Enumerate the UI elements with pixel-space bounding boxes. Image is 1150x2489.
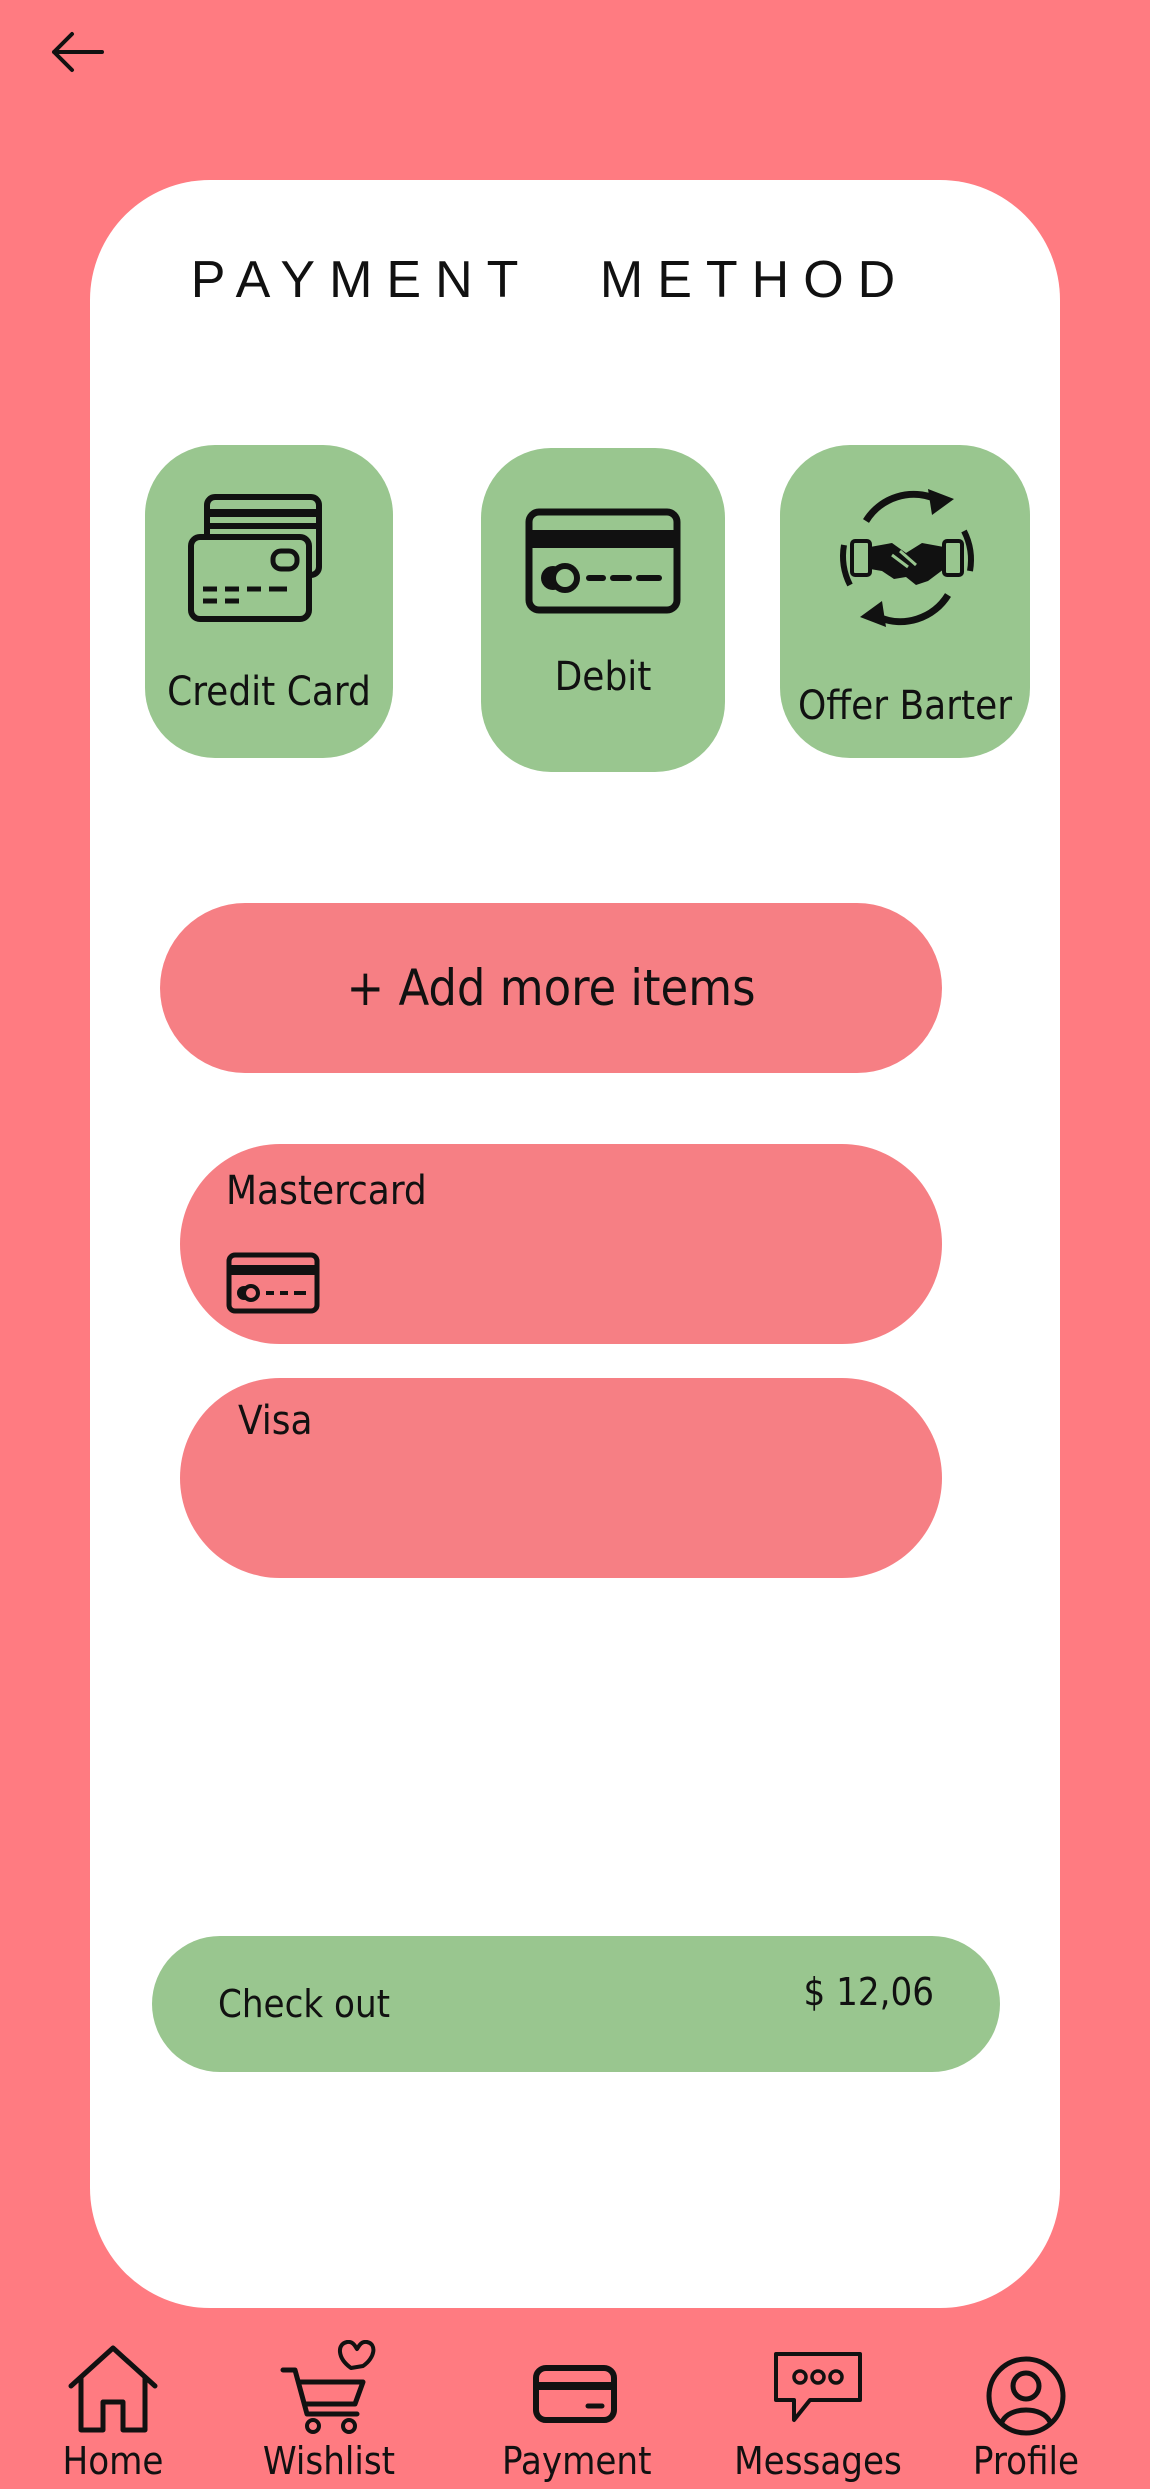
method-label: Debit: [554, 654, 652, 700]
nav-label: Messages: [734, 2439, 902, 2483]
nav-label: Home: [62, 2439, 164, 2483]
checkout-amount: $ 12,06: [803, 1970, 934, 2014]
arrow-left-icon: [52, 32, 104, 72]
nav-payment[interactable]: Payment: [502, 2340, 652, 2489]
wallet-card-icon: [533, 2365, 617, 2423]
barter-handshake-icon: [840, 489, 974, 627]
method-label: Offer Barter: [797, 683, 1013, 729]
method-offer-barter[interactable]: Offer Barter: [780, 445, 1030, 758]
checkout-label: Check out: [218, 1982, 391, 2026]
saved-card-visa[interactable]: Visa: [180, 1378, 942, 1578]
cart-heart-icon: [280, 2340, 376, 2434]
nav-home[interactable]: Home: [40, 2340, 186, 2489]
nav-wishlist[interactable]: Wishlist: [256, 2340, 402, 2489]
debit-card-icon: [525, 508, 681, 614]
add-more-items-button[interactable]: + Add more items: [160, 903, 942, 1073]
card-icon: [226, 1252, 320, 1314]
credit-cards-icon: [188, 494, 322, 622]
user-circle-icon: [986, 2356, 1066, 2436]
saved-card-name: Mastercard: [226, 1168, 427, 1214]
method-credit-card[interactable]: Credit Card: [145, 445, 393, 758]
nav-label: Wishlist: [262, 2439, 396, 2483]
nav-label: Payment: [502, 2439, 652, 2483]
back-button[interactable]: [44, 22, 114, 82]
checkout-button[interactable]: Check out $ 12,06: [152, 1936, 1000, 2072]
home-icon: [68, 2345, 158, 2433]
method-label: Credit Card: [167, 669, 371, 715]
add-more-items-label: + Add more items: [346, 959, 756, 1017]
nav-messages[interactable]: Messages: [730, 2340, 906, 2489]
chat-bubble-icon: [774, 2352, 862, 2422]
method-debit[interactable]: Debit: [481, 448, 725, 772]
nav-profile[interactable]: Profile: [956, 2340, 1096, 2489]
page-title: PAYMENT METHOD: [190, 251, 910, 309]
saved-card-name: Visa: [238, 1398, 313, 1444]
saved-card-mastercard[interactable]: Mastercard: [180, 1144, 942, 1344]
nav-label: Profile: [972, 2439, 1080, 2483]
